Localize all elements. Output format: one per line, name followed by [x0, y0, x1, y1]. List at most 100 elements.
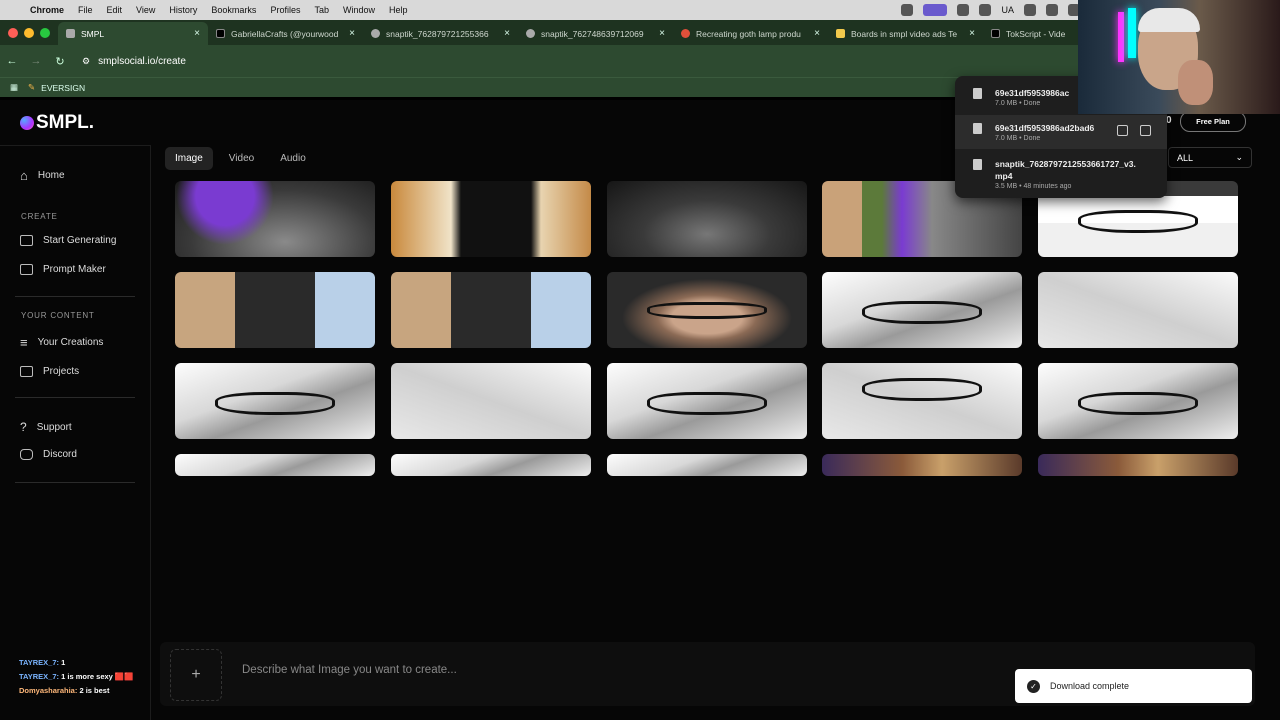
download-status: 7.0 MB • Done: [995, 135, 1041, 142]
open-external-icon[interactable]: [1140, 125, 1151, 136]
url-field[interactable]: ⚙ smplsocial.io/create: [82, 56, 186, 67]
menu-profiles[interactable]: Profiles: [270, 5, 300, 15]
menu-edit[interactable]: Edit: [107, 5, 123, 15]
tab-recreating-goth-lamp[interactable]: Recreating goth lamp produ ×: [673, 22, 828, 45]
camera-icon[interactable]: [957, 4, 970, 16]
tab-gabriellacrafts[interactable]: GabriellaCrafts (@yourwood ×: [208, 22, 363, 45]
tab-label: Boards in smpl video ads Te: [851, 28, 958, 39]
creation-thumbnail[interactable]: [607, 272, 807, 348]
sidebar-item-label: Home: [37, 170, 65, 181]
sidebar-item-label: Start Generating: [43, 235, 117, 246]
menu-window[interactable]: Window: [343, 5, 375, 15]
creation-thumbnail[interactable]: [822, 363, 1022, 439]
creation-thumbnail[interactable]: [175, 363, 375, 439]
apps-grid-icon[interactable]: ▦: [10, 82, 18, 93]
download-toast: ✓ Download complete: [1015, 669, 1252, 703]
creation-thumbnail[interactable]: [391, 272, 591, 348]
tab-boards[interactable]: Boards in smpl video ads Te ×: [828, 22, 983, 45]
chat-user: TAYREX_7:: [19, 672, 60, 681]
menu-file[interactable]: File: [78, 5, 93, 15]
close-icon[interactable]: ×: [814, 28, 820, 39]
maximize-window-button[interactable]: [40, 27, 50, 38]
globe-icon: [526, 29, 535, 38]
forward-icon[interactable]: →: [24, 55, 48, 67]
creation-thumbnail[interactable]: [1038, 363, 1238, 439]
prompt-input[interactable]: Describe what Image you want to create..…: [242, 664, 457, 676]
vpn-icon[interactable]: [979, 4, 992, 16]
close-icon[interactable]: ×: [969, 28, 975, 39]
stream-chat-line: Domyasharahia: 2 is best: [19, 686, 109, 695]
glasses-shape: [647, 302, 767, 320]
creation-thumbnail[interactable]: [822, 272, 1022, 348]
reload-icon[interactable]: ↻: [48, 55, 72, 68]
close-icon[interactable]: ×: [194, 28, 200, 39]
tab-tokscript[interactable]: TokScript - Video T: [983, 22, 1073, 45]
keyboard-icon[interactable]: [1046, 4, 1058, 16]
tab-snaptik-1[interactable]: snaptik_762879721255366 ×: [363, 22, 518, 45]
download-status: 3.5 MB • 48 minutes ago: [995, 183, 1072, 190]
close-icon[interactable]: ×: [349, 28, 355, 39]
filter-value: ALL: [1177, 152, 1194, 163]
toast-message: Download complete: [1050, 681, 1130, 691]
creation-thumbnail[interactable]: [822, 454, 1022, 476]
filter-select[interactable]: ALL ⌄: [1168, 147, 1252, 168]
tiktok-favicon-icon: [216, 29, 225, 38]
creation-thumbnail[interactable]: [391, 363, 591, 439]
add-reference-button[interactable]: +: [170, 649, 222, 701]
creation-thumbnail[interactable]: [175, 181, 375, 257]
tab-audio[interactable]: Audio: [270, 147, 316, 170]
menu-help[interactable]: Help: [389, 5, 408, 15]
creation-thumbnail[interactable]: [391, 181, 591, 257]
creation-thumbnail[interactable]: [607, 181, 807, 257]
file-icon: [973, 123, 982, 134]
sidebar-item-label: Prompt Maker: [43, 264, 106, 275]
sidebar-item-projects[interactable]: Projects: [20, 366, 79, 377]
smpl-logo[interactable]: SMPL.: [20, 112, 94, 134]
download-filename: snaptik_7628797212553661727_v3.: [995, 159, 1136, 169]
stream-chat-line: TAYREX_7: 1 is more sexy 🟥🟥: [19, 672, 134, 681]
tab-snaptik-2[interactable]: snaptik_762748639712069 ×: [518, 22, 673, 45]
creation-thumbnail[interactable]: [175, 272, 375, 348]
creation-thumbnail[interactable]: [391, 454, 591, 476]
menu-bookmarks[interactable]: Bookmarks: [211, 5, 256, 15]
screen-record-icon[interactable]: [923, 4, 948, 16]
sidebar-item-home[interactable]: ⌂ Home: [20, 168, 65, 183]
menu-app-name[interactable]: Chrome: [30, 5, 64, 15]
creation-thumbnail[interactable]: [1038, 454, 1238, 476]
sidebar-item-support[interactable]: ? Support: [20, 420, 72, 434]
download-item[interactable]: snaptik_7628797212553661727_v3. mp4 3.5 …: [955, 151, 1167, 195]
site-settings-icon[interactable]: ⚙: [82, 56, 90, 67]
close-icon[interactable]: ×: [504, 28, 510, 39]
close-window-button[interactable]: [8, 27, 18, 38]
close-icon[interactable]: ×: [659, 28, 665, 39]
chat-message: 1: [61, 658, 66, 667]
extension-icon[interactable]: [1024, 4, 1036, 16]
minimize-window-button[interactable]: [24, 27, 34, 38]
bookmark-eversign[interactable]: ✎ EVERSIGN: [28, 82, 85, 93]
sidebar-item-start-generating[interactable]: Start Generating: [20, 235, 116, 246]
menu-view[interactable]: View: [136, 5, 155, 15]
status-icon[interactable]: [901, 4, 914, 16]
chat-user: Domyasharahia:: [19, 686, 78, 695]
download-item[interactable]: 69e31df5953986ad2bad6 7.0 MB • Done: [955, 115, 1167, 149]
sidebar-item-prompt-maker[interactable]: Prompt Maker: [20, 264, 106, 275]
plus-icon: +: [191, 666, 201, 683]
led-light: [1128, 8, 1136, 58]
back-icon[interactable]: ←: [0, 55, 24, 67]
sidebar-item-your-creations[interactable]: ≡ Your Creations: [20, 335, 103, 350]
creation-thumbnail[interactable]: [1038, 272, 1238, 348]
menu-history[interactable]: History: [169, 5, 197, 15]
tab-smpl[interactable]: SMPL ×: [58, 22, 208, 45]
tab-label: TokScript - Video T: [1006, 28, 1065, 39]
free-plan-button[interactable]: Free Plan: [1180, 111, 1246, 132]
input-source[interactable]: UA: [1001, 5, 1014, 15]
help-circle-icon: ?: [20, 420, 27, 434]
creation-thumbnail[interactable]: [607, 454, 807, 476]
creation-thumbnail[interactable]: [175, 454, 375, 476]
sidebar-item-discord[interactable]: Discord: [20, 449, 77, 460]
show-in-folder-icon[interactable]: [1117, 125, 1128, 136]
tab-video[interactable]: Video: [219, 147, 264, 170]
tab-image[interactable]: Image: [165, 147, 213, 170]
menu-tab[interactable]: Tab: [314, 5, 329, 15]
creation-thumbnail[interactable]: [607, 363, 807, 439]
